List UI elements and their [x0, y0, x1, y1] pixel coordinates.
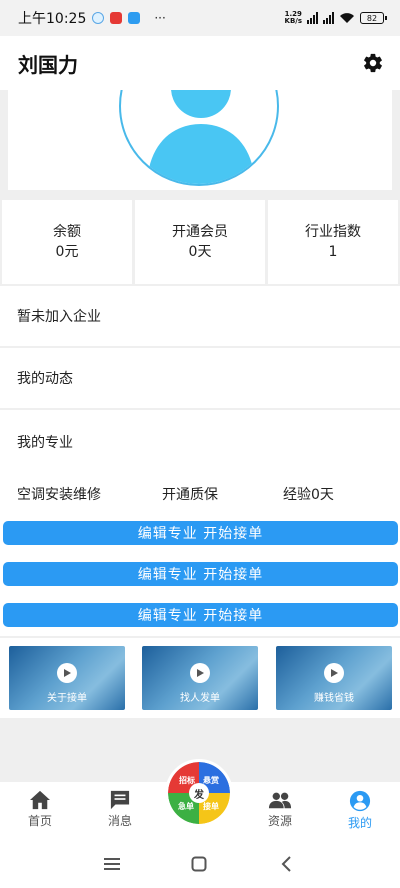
stat-value: 1	[328, 244, 338, 260]
home-button[interactable]	[187, 854, 211, 874]
fab-label: 接单	[203, 802, 219, 811]
recent-apps-button[interactable]	[100, 854, 124, 874]
wifi-icon	[340, 13, 354, 23]
nav-label: 我的	[347, 816, 372, 830]
system-nav-bar	[0, 840, 400, 888]
home-icon	[30, 790, 50, 810]
edit-specialty-button[interactable]: 编辑专业 开始接单	[3, 521, 398, 545]
stat-value: 0天	[188, 244, 212, 260]
specialty-section: 我的专业 空调安装维修 开通质保 经验0天 编辑专业 开始接单 编辑专业 开始接…	[0, 410, 400, 636]
stat-value: 0元	[55, 244, 79, 260]
stat-industry-index[interactable]: 行业指数 1	[268, 200, 398, 284]
title-bar: 刘国力	[0, 36, 400, 90]
company-row[interactable]: 暂未加入企业	[0, 286, 400, 346]
nav-resources[interactable]: 资源	[250, 790, 310, 829]
play-icon	[324, 663, 344, 683]
my-feed-row[interactable]: 我的动态	[0, 348, 400, 408]
net-speed: 1.29 KB/s	[284, 10, 302, 25]
specialty-title: 我的专业	[17, 435, 73, 451]
stats-panel: 余额 0元 开通会员 0天 行业指数 1	[0, 200, 400, 284]
status-bar: 上午10:25 ··· 1.29 KB/s 82	[0, 0, 400, 36]
avatar[interactable]	[119, 90, 279, 186]
stat-label: 行业指数	[305, 224, 361, 240]
video-label: 赚钱省钱	[314, 693, 354, 704]
video-tiles: 关于接单 找人发单 赚钱省钱	[0, 638, 400, 718]
stat-balance[interactable]: 余额 0元	[2, 200, 132, 284]
avatar-card	[8, 90, 392, 190]
fab-center-label: 发	[189, 783, 209, 803]
specialty-name: 空调安装维修	[17, 487, 101, 503]
profile-header	[0, 90, 400, 198]
experience: 经验0天	[283, 487, 334, 503]
nav-messages[interactable]: 消息	[90, 790, 150, 829]
square-icon	[191, 856, 207, 872]
stat-label: 开通会员	[172, 224, 228, 240]
user-silhouette-icon	[147, 90, 255, 184]
notification-app-icon	[110, 12, 123, 24]
company-status-label: 暂未加入企业	[17, 309, 101, 325]
account-icon	[349, 790, 371, 812]
notification-app-icon	[128, 12, 141, 24]
signal-icon	[307, 12, 318, 24]
my-feed-label: 我的动态	[17, 371, 73, 387]
play-icon	[190, 663, 210, 683]
edit-specialty-button[interactable]: 编辑专业 开始接单	[3, 562, 398, 586]
nav-mine[interactable]: 我的	[330, 790, 390, 831]
fab-label: 急单	[178, 802, 194, 811]
people-icon	[268, 792, 292, 809]
play-icon	[57, 663, 77, 683]
stat-membership[interactable]: 开通会员 0天	[135, 200, 265, 284]
video-tile-post-order[interactable]: 找人发单	[142, 646, 258, 710]
nav-home[interactable]: 首页	[10, 790, 70, 829]
video-label: 找人发单	[180, 693, 220, 704]
menu-icon	[104, 858, 120, 870]
nav-label: 消息	[107, 814, 132, 828]
edit-specialty-button[interactable]: 编辑专业 开始接单	[3, 603, 398, 627]
more-notifications-icon: ···	[154, 11, 166, 25]
signal-icon	[323, 12, 334, 24]
nav-label: 资源	[267, 814, 292, 828]
message-icon	[110, 790, 130, 810]
video-tile-about-orders[interactable]: 关于接单	[9, 646, 125, 710]
notification-app-icon	[92, 12, 105, 24]
nav-label: 首页	[27, 814, 52, 828]
video-label: 关于接单	[47, 693, 87, 704]
back-arrow-icon	[281, 856, 291, 872]
page-title: 刘国力	[18, 52, 78, 77]
publish-button[interactable]: 招标 悬赏 急单 接单 发	[168, 762, 230, 824]
battery-icon: 82	[360, 12, 387, 24]
settings-button[interactable]	[360, 50, 386, 76]
status-time: 上午10:25	[18, 11, 87, 27]
back-button[interactable]	[274, 854, 298, 874]
stat-label: 余额	[53, 224, 81, 240]
video-tile-earn-save[interactable]: 赚钱省钱	[276, 646, 392, 710]
quality-guarantee[interactable]: 开通质保	[162, 484, 218, 504]
gear-icon	[364, 53, 382, 73]
